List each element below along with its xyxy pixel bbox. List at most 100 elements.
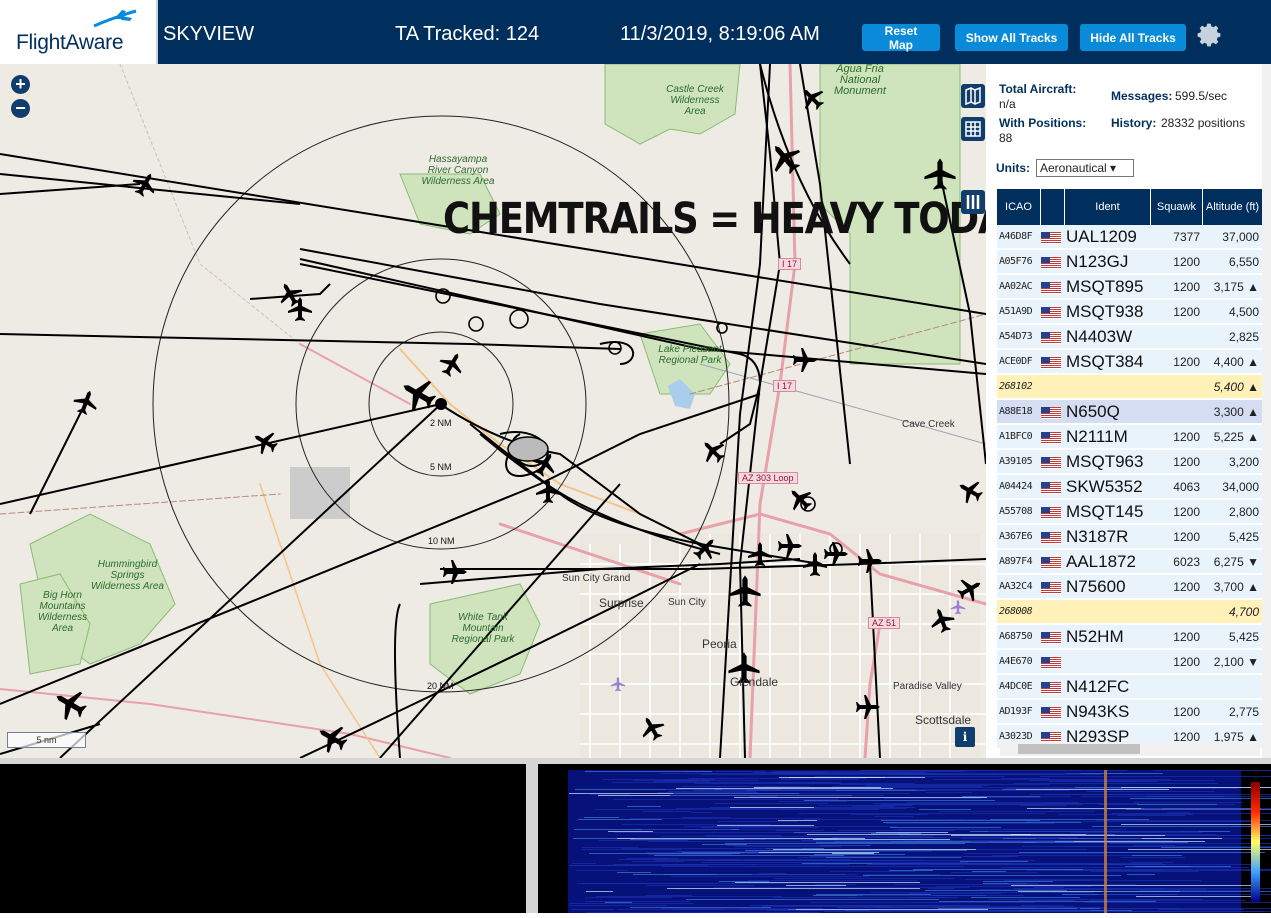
history-value: 28332 positions [1161, 116, 1246, 130]
columns-icon [966, 195, 980, 209]
us-flag-icon [1041, 606, 1065, 618]
column-icao[interactable]: ICAO [997, 189, 1041, 225]
icao-cell: A51A9D [999, 306, 1033, 317]
splitter-vertical[interactable] [526, 758, 538, 913]
map-layers-button[interactable] [961, 84, 985, 108]
units-label: Units: [996, 161, 1030, 175]
table-row[interactable]: A4E670 1200 2,100 ▼ [997, 650, 1263, 674]
with-positions-label: With Positions: [999, 116, 1087, 130]
ident-cell: MSQT938 [1066, 301, 1144, 321]
table-row[interactable]: AD193F N943KS 1200 2,775 [997, 700, 1263, 724]
column-squawk[interactable]: Squawk [1151, 189, 1203, 225]
gear-icon[interactable] [1196, 22, 1222, 48]
icao-cell: A04424 [999, 481, 1033, 492]
reset-map-button[interactable]: Reset Map [862, 24, 940, 52]
ident-cell: N3187R [1066, 526, 1129, 546]
altitude-cell: 3,700 ▲ [1213, 579, 1259, 594]
icao-cell: 268008 [999, 606, 1033, 617]
table-row[interactable]: AA02AC MSQT895 1200 3,175 ▲ [997, 275, 1263, 299]
squawk-cell: 6023 [1173, 554, 1200, 569]
with-positions-value: 88 [999, 131, 1013, 145]
column-altitude[interactable]: Altitude (ft) [1203, 189, 1263, 225]
table-horizontal-scrollbar[interactable] [1000, 742, 1260, 756]
us-flag-icon [1041, 456, 1065, 469]
altitude-cell: 34,000 [1222, 479, 1259, 494]
table-row[interactable]: A367E6 N3187R 1200 5,425 [997, 525, 1263, 549]
column-toggle-button[interactable] [961, 190, 985, 214]
place-label: Scottsdale [915, 713, 972, 727]
squawk-cell: 1200 [1173, 529, 1200, 544]
ident-cell: N943KS [1066, 701, 1130, 721]
table-row[interactable]: A68750 N52HM 1200 5,425 [997, 625, 1263, 649]
us-flag-icon [1041, 681, 1065, 694]
map-scale-bar: 5 nm [7, 732, 86, 748]
table-row[interactable]: A55708 MSQT145 1200 2,800 [997, 500, 1263, 524]
squawk-cell: 1200 [1173, 454, 1200, 469]
plane-logo-icon [93, 9, 137, 28]
aircraft-panel: Total Aircraft: n/a With Positions: 88 M… [986, 64, 1271, 758]
show-all-tracks-button[interactable]: Show All Tracks [955, 24, 1068, 51]
grid-toggle-button[interactable] [961, 117, 985, 141]
place-label: Hassayampa River Canyon Wilderness Area [421, 154, 495, 187]
altitude-cell: 4,700 [1228, 604, 1259, 619]
ident-cell: N75600 [1066, 576, 1126, 596]
us-flag-icon [1041, 256, 1065, 269]
us-flag-icon [1041, 531, 1065, 544]
zoom-in-button[interactable]: + [11, 75, 30, 94]
icao-cell: A1BFC0 [999, 431, 1033, 442]
ident-cell: N4403W [1066, 326, 1133, 346]
table-row[interactable]: A51A9D MSQT938 1200 4,500 [997, 300, 1263, 324]
info-button[interactable]: i [955, 727, 975, 747]
table-row[interactable]: A39105 MSQT963 1200 3,200 [997, 450, 1263, 474]
table-row[interactable]: 268102 5,400 ▲ [997, 375, 1263, 399]
messages-value: 599.5/sec [1175, 89, 1228, 103]
table-row[interactable]: A54D73 N4403W 2,825 [997, 325, 1263, 349]
table-row[interactable]: A897F4 AAL1872 6023 6,275 ▼ [997, 550, 1263, 574]
table-row[interactable]: A05F76 N123GJ 1200 6,550 [997, 250, 1263, 274]
table-row[interactable]: A46D8F UAL1209 7377 37,000 [997, 225, 1263, 249]
squawk-cell: 1200 [1173, 654, 1200, 669]
flightaware-logo[interactable]: FlightAware [0, 0, 158, 64]
squawk-cell: 1200 [1173, 629, 1200, 644]
column-flag[interactable] [1041, 189, 1065, 225]
altitude-cell: 2,825 [1228, 329, 1259, 344]
icao-cell: A4E670 [999, 656, 1033, 667]
scrollbar-thumb[interactable] [1018, 744, 1140, 754]
top-bar: FlightAware SKYVIEW TA Tracked: 124 11/3… [0, 0, 1271, 64]
ident-cell: UAL1209 [1066, 226, 1137, 246]
hide-all-tracks-button[interactable]: Hide All Tracks [1080, 24, 1186, 51]
color-scale-bar [1251, 782, 1260, 902]
range-label: 5 NM [430, 462, 452, 472]
aircraft-table-header: ICAO Ident Squawk Altitude (ft) [997, 189, 1263, 225]
highway-shield: I 17 [773, 380, 797, 392]
squawk-cell: 1200 [1173, 579, 1200, 594]
overlay-caption: CHEMTRAILS = HEAVY TODAY [443, 194, 986, 244]
place-label: Sun City [668, 597, 706, 608]
map-icon [965, 86, 981, 106]
table-row[interactable]: A4DC0E N412FC [997, 675, 1263, 699]
range-label: 10 NM [428, 536, 455, 546]
highway-shield: AZ 51 [868, 617, 901, 629]
altitude-cell: 2,100 ▼ [1213, 654, 1259, 669]
column-ident[interactable]: Ident [1065, 189, 1151, 225]
table-row[interactable]: A04424 SKW5352 4063 34,000 [997, 475, 1263, 499]
place-label: Cave Creek [902, 419, 955, 430]
altitude-cell: 4,500 [1228, 304, 1259, 319]
table-row[interactable]: ACE0DF MSQT384 1200 4,400 ▲ [997, 350, 1263, 374]
table-row[interactable]: 268008 4,700 [997, 600, 1263, 624]
table-row[interactable]: AA32C4 N75600 1200 3,700 ▲ [997, 575, 1263, 599]
zoom-out-button[interactable]: − [11, 99, 30, 118]
units-select[interactable]: Aeronautical ▾ [1036, 159, 1134, 177]
table-row[interactable]: A88E18 N650Q 3,300 ▲ [997, 400, 1263, 424]
ident-cell: AAL1872 [1066, 551, 1136, 571]
panel-vertical-scrollbar[interactable] [1262, 64, 1271, 758]
map-area[interactable]: Castle Creek Wilderness Area Hassayampa … [0, 64, 986, 758]
squawk-cell: 1200 [1173, 254, 1200, 269]
ident-cell: N2111M [1066, 426, 1128, 446]
ident-cell: N650Q [1066, 401, 1120, 421]
ident-cell: N412FC [1066, 676, 1130, 696]
place-label: Paradise Valley [893, 681, 962, 692]
place-label: Hummingbird Springs Wilderness Area [91, 559, 164, 592]
table-row[interactable]: A1BFC0 N2111M 1200 5,225 ▲ [997, 425, 1263, 449]
place-label: Lake Pleasant Regional Park [658, 344, 722, 366]
